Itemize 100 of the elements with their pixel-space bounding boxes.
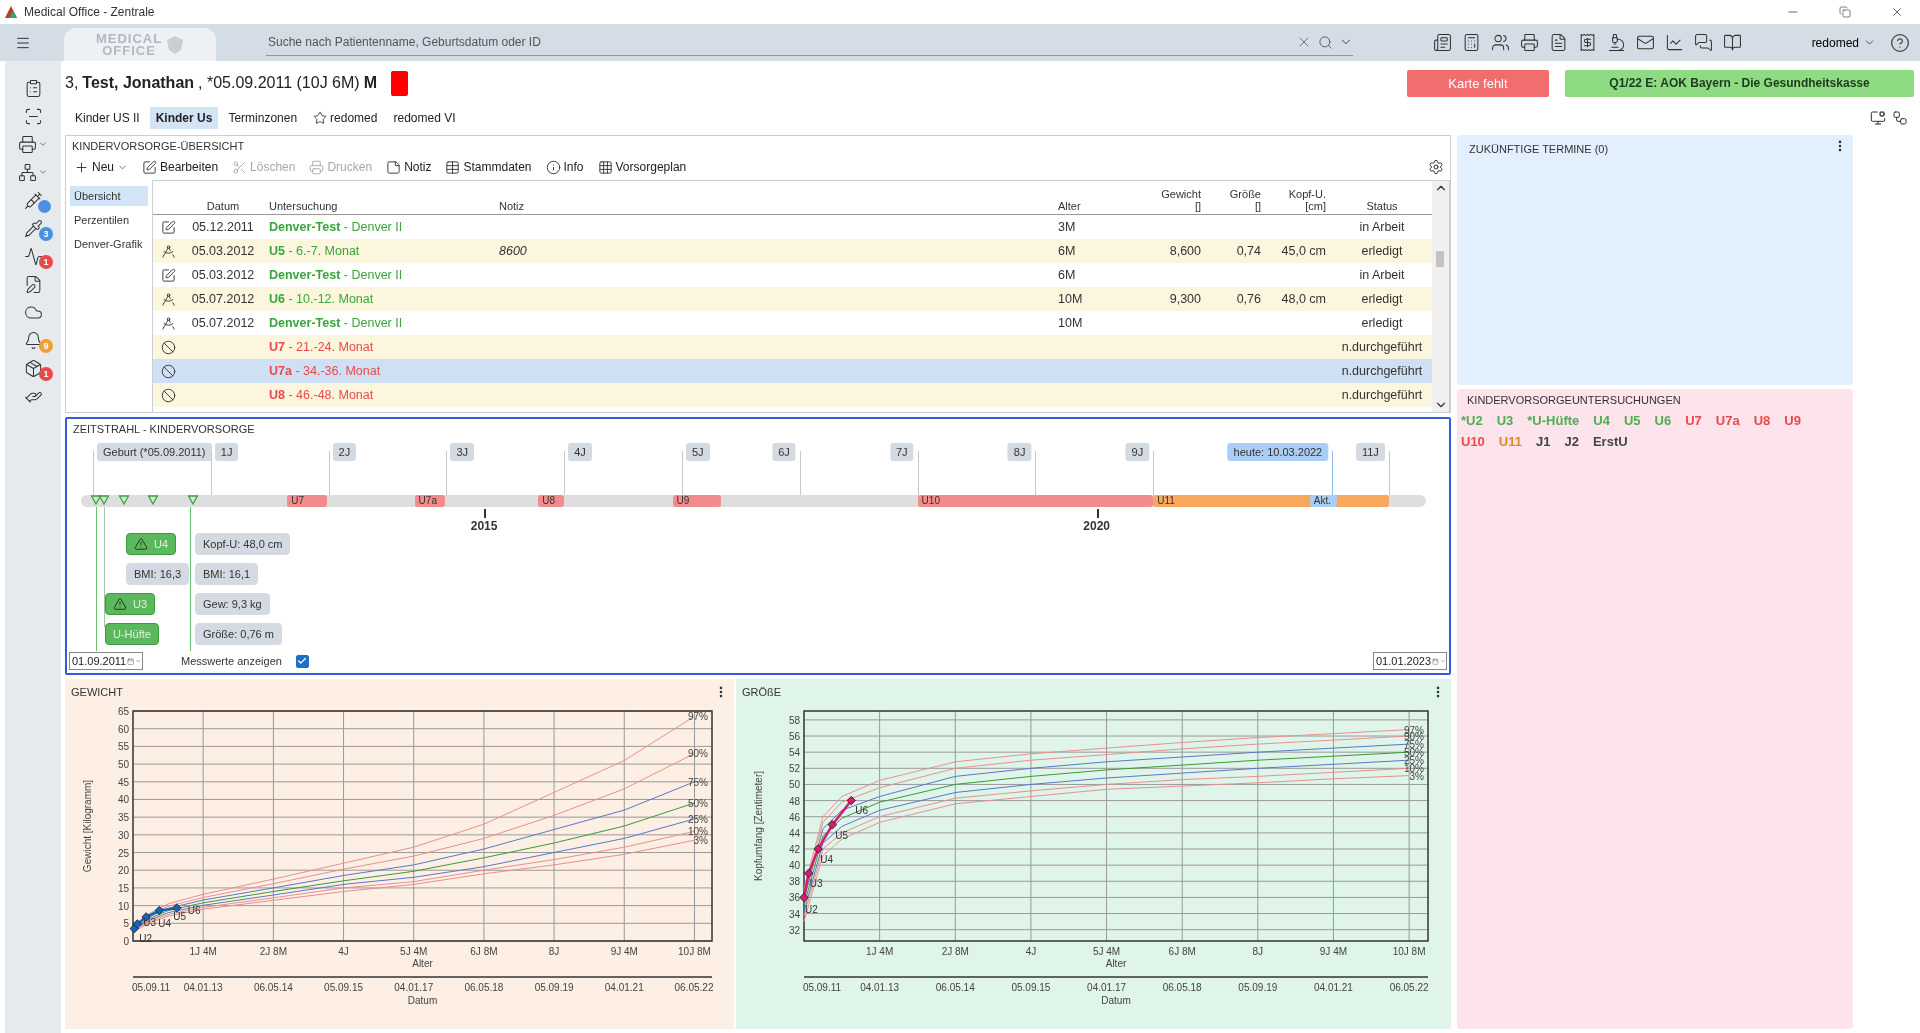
age-label: 11J — [1355, 443, 1385, 461]
table-cell-text: 6M — [1057, 268, 1077, 282]
table-cell-text: 3M — [1057, 220, 1077, 234]
axis-tick-label: 40 — [117, 794, 129, 806]
count-badge: 9 — [39, 339, 53, 353]
axis-tick-label: 2J 8M — [941, 946, 969, 957]
table-cell-text: 05.07.2012 — [190, 316, 256, 330]
age-label: 9J — [1125, 443, 1150, 461]
column-unit: [] — [1254, 200, 1261, 212]
axis-title: Alter — [412, 958, 433, 969]
axis-tick-label: 54 — [788, 747, 800, 759]
axis-tick-label: 06.05.22 — [1389, 982, 1429, 993]
axis-tick-label: 5J 4M — [1092, 946, 1121, 957]
axis-title: Kopfumfang [Zentimeter] — [753, 770, 764, 882]
panel-title: GEWICHT — [71, 686, 123, 698]
table-cell-text: Denver-Test - Denver II — [268, 268, 404, 282]
series-label: 50% — [688, 798, 708, 809]
table-cell-text: Denver-Test - Denver II — [268, 220, 404, 234]
age-label: 4J — [568, 443, 592, 461]
panel-title: KINDERVORSORGE-ÜBERSICHT — [71, 139, 246, 154]
axis-tick-label: 35 — [117, 812, 129, 824]
axis-tick-label: 32 — [788, 924, 800, 936]
table-cell-text: 10M — [1057, 316, 1084, 330]
age-label: 7J — [889, 443, 914, 461]
series-label: 3% — [693, 835, 708, 847]
axis-tick-label: 04.01.17 — [1087, 982, 1126, 993]
table-cell-text: n.durchgeführt — [1340, 340, 1424, 354]
patient-birth: , *05.09.2011 (10J 6M) — [198, 74, 360, 92]
axis-tick-label: 1J 4M — [189, 946, 217, 957]
axis-tick-label: 58 — [788, 714, 800, 726]
age-label: 6J — [772, 443, 796, 461]
series-label: 90% — [688, 748, 708, 760]
axis-tick-label: 1J 4M — [866, 946, 894, 957]
panel-title: ZEITSTRAHL - KINDERVORSORGE — [72, 422, 256, 437]
table-cell-text: Denver-Test - Denver II — [268, 316, 404, 330]
series-label: 75% — [688, 776, 708, 788]
axis-tick-label: 8J — [1252, 946, 1264, 957]
table-cell-text: 45,0 cm — [1280, 244, 1327, 258]
table-cell-text: 0,76 — [1235, 292, 1262, 306]
column-header: Untersuchung — [269, 200, 338, 212]
column-unit: [] — [1194, 200, 1201, 212]
patient-number: 3, — [65, 74, 79, 92]
today-label: heute: 10.03.2022 — [1227, 443, 1329, 461]
table-cell-text: erledigt — [1360, 316, 1404, 330]
column-header: Datum — [206, 200, 240, 212]
axis-tick-label: 52 — [788, 763, 800, 775]
series-label: 97% — [688, 711, 708, 723]
axis-tick-label: 04.01.13 — [860, 982, 900, 993]
axis-tick-label: 04.01.21 — [604, 982, 644, 993]
table-cell-text: in Arbeit — [1358, 268, 1406, 282]
table-cell-text: 8600 — [498, 244, 528, 258]
age-label: 5J — [686, 443, 710, 461]
axis-tick-label: 06.05.22 — [674, 982, 714, 993]
axis-tick-label: 42 — [788, 844, 800, 855]
axis-tick-label: 04.01.21 — [1314, 982, 1353, 993]
patient-name: Test, Jonathan — [82, 74, 195, 92]
count-badge: 1 — [39, 255, 53, 269]
point-label: U6 — [187, 905, 201, 917]
axis-tick-label: 10J 8M — [1392, 946, 1426, 957]
axis-tick-label: 55 — [117, 741, 129, 753]
panel-title: KINDERVORSORGEUNTERSUCHUNGEN — [1466, 393, 1682, 408]
axis-tick-label: 05.09.11 — [802, 982, 842, 993]
axis-tick-label: 10 — [117, 900, 129, 912]
axis-tick-label: 60 — [117, 723, 129, 735]
axis-tick-label: 5 — [123, 918, 129, 930]
table-cell-text: 05.07.2012 — [190, 292, 256, 306]
column-header: Status — [1366, 200, 1398, 212]
axis-tick-label: 05.09.19 — [534, 982, 574, 993]
table-cell-text: U5 - 6.-7. Monat — [268, 244, 361, 258]
axis-tick-label: 0 — [123, 936, 129, 947]
axis-tick-label: 45 — [117, 776, 129, 788]
table-cell-text: 8,600 — [1168, 244, 1202, 258]
axis-tick-label: 05.09.15 — [324, 982, 363, 993]
table-cell-text: 6M — [1057, 244, 1077, 258]
axis-tick-label: 40 — [788, 860, 800, 872]
age-label: 1J — [214, 443, 239, 461]
axis-tick-label: 4J — [338, 946, 349, 957]
table-cell-text: 0,74 — [1235, 244, 1262, 258]
column-header: Gewicht — [1161, 188, 1201, 200]
table-cell-text: 05.03.2012 — [190, 268, 256, 282]
axis-tick-label: 38 — [788, 876, 800, 888]
table-cell-text: n.durchgeführt — [1340, 364, 1424, 378]
point-label: U2 — [805, 904, 818, 916]
age-label: 3J — [450, 443, 474, 461]
axis-tick-label: 06.05.14 — [935, 982, 975, 993]
axis-tick-label: 65 — [117, 706, 129, 717]
point-label: U4 — [820, 854, 833, 865]
axis-tick-label: 50 — [788, 779, 800, 791]
point-label: U6 — [855, 804, 869, 816]
table-cell-text: U7 - 21.-24. Monat — [268, 340, 375, 354]
column-unit: [cm] — [1305, 200, 1326, 212]
point-label: U5 — [173, 910, 187, 922]
column-header: Alter — [1058, 200, 1081, 212]
axis-tick-label: 25 — [117, 847, 129, 859]
table-cell-text: 9,300 — [1168, 292, 1202, 306]
window-title: Medical Office - Zentrale — [24, 5, 156, 19]
table-cell-text: U7a - 34.-36. Monat — [268, 364, 382, 378]
table-cell-text: U6 - 10.-12. Monat — [268, 292, 375, 306]
axis-tick-label: 36 — [788, 892, 800, 904]
panel-title: ZUKÜNFTIGE TERMINE (0) — [1468, 142, 1610, 157]
